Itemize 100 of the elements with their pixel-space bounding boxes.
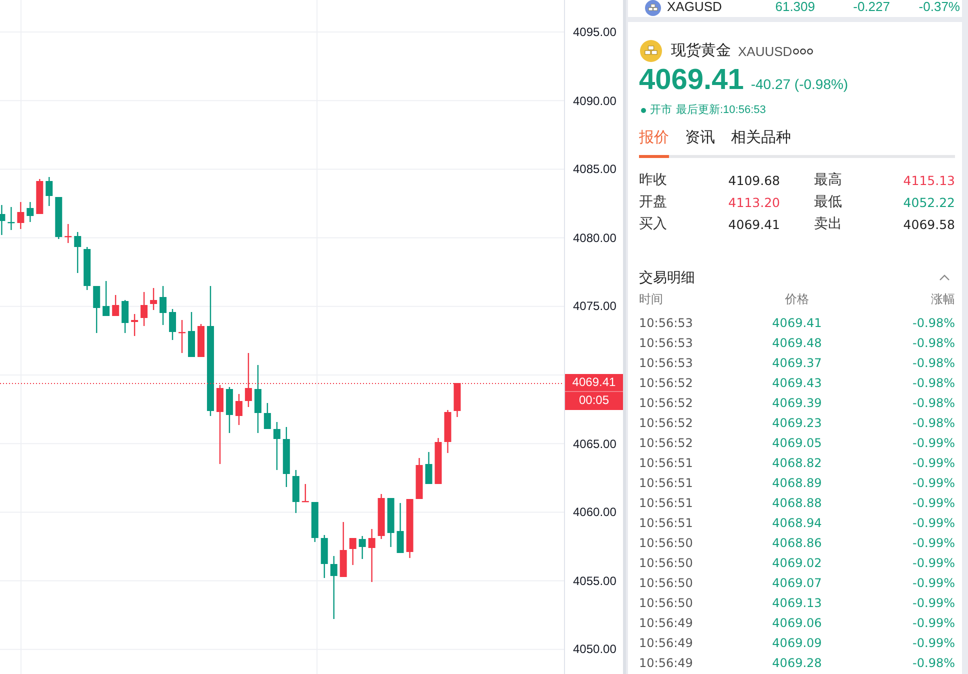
table-cell: 10:56:49 [639, 616, 693, 630]
candlestick [150, 288, 158, 310]
axis-label: 4075.00 [573, 299, 616, 314]
table-cell: 10:56:50 [639, 556, 693, 570]
countdown-label: 00:05 [578, 392, 610, 409]
table-cell: 10:56:52 [639, 376, 693, 390]
axis-label: 4090.00 [573, 94, 616, 108]
candlestick [396, 503, 404, 553]
candlestick [254, 365, 262, 433]
stat-label: 开盘 [639, 193, 668, 211]
table-cell: 4069.05 [772, 436, 822, 450]
table-cell: -0.98% [912, 336, 955, 350]
table-cell: -0.98% [912, 656, 955, 670]
candlestick [273, 422, 280, 470]
candlestick [0, 205, 6, 235]
table-cell: -0.99% [912, 436, 955, 450]
stat-label: 昨收 [639, 171, 668, 189]
candlestick [102, 281, 110, 316]
table-cell: 10:56:50 [639, 576, 693, 590]
table-cell: 4069.43 [772, 376, 822, 390]
axis-label: 4080.00 [573, 230, 616, 245]
table-cell: 10:56:49 [639, 656, 693, 670]
candlestick [340, 522, 347, 577]
table-cell: 10:56:50 [639, 536, 693, 550]
update-time: 最后更新:10:56:53 [676, 103, 766, 117]
candlestick [198, 324, 204, 357]
section-title: 交易明细 [639, 268, 695, 287]
table-cell: 10:56:53 [639, 316, 693, 330]
candlestick [244, 353, 252, 407]
candlestick [160, 286, 167, 325]
stat-value: 4069.41 [728, 216, 780, 232]
stat-label: 买入 [639, 215, 668, 233]
table-cell: 10:56:52 [639, 416, 693, 430]
stat-value: 4069.58 [903, 216, 955, 232]
table-cell: 4069.37 [772, 356, 822, 370]
candlestick [112, 295, 120, 316]
table-cell: -0.98% [912, 416, 955, 430]
candlestick [235, 394, 242, 425]
candlestick [64, 224, 72, 243]
table-cell: -0.99% [912, 596, 955, 610]
table-cell: 4068.88 [772, 496, 822, 510]
change-value: -0.227 [853, 0, 890, 13]
candlestick [454, 383, 461, 417]
candlestick [378, 494, 385, 539]
candlestick [330, 556, 338, 619]
table-cell: -0.99% [912, 516, 955, 530]
candlestick [17, 202, 24, 229]
table-cell: 4068.89 [772, 476, 822, 490]
table-cell: 10:56:53 [639, 336, 693, 350]
candlestick [178, 320, 186, 353]
table-cell: -0.99% [912, 476, 955, 490]
candlestick [36, 179, 44, 214]
table-cell: 10:56:49 [639, 636, 693, 650]
stat-label: 最低 [814, 193, 843, 211]
candlestick [93, 286, 100, 333]
table-cell: 4069.48 [772, 336, 822, 350]
candlestick [122, 300, 129, 333]
watchlist-row[interactable]: XAGUSD 61.309 -0.227 -0.37% [628, 0, 962, 17]
column-header: 价格 [784, 290, 809, 308]
tab[interactable]: 相关品种 [731, 128, 791, 158]
table-cell: 4069.23 [772, 416, 822, 430]
candlestick [188, 312, 195, 357]
candlestick [302, 484, 309, 502]
table-cell: -0.98% [912, 316, 955, 330]
stat-value: 4052.22 [903, 194, 955, 210]
candlestick [282, 427, 290, 487]
price-change: -40.27 (-0.98%) [750, 76, 848, 92]
candlestick [46, 177, 53, 206]
candlestick [349, 538, 356, 565]
table-cell: 4069.13 [772, 596, 822, 610]
candlestick [55, 197, 62, 239]
table-cell: 10:56:53 [639, 356, 693, 370]
candlestick [368, 529, 376, 582]
table-cell: 10:56:52 [639, 396, 693, 410]
candlestick [320, 535, 328, 578]
table-cell: 4069.28 [772, 656, 822, 670]
candlestick [226, 387, 233, 433]
candlestick [292, 470, 300, 513]
candlestick [140, 292, 148, 326]
table-cell: -0.99% [912, 496, 955, 510]
candlestick [444, 410, 452, 453]
candlestick [169, 309, 176, 340]
tab[interactable]: 资讯 [685, 128, 715, 158]
column-header: 时间 [639, 290, 663, 308]
table-cell: -0.99% [912, 616, 955, 630]
candlestick [358, 536, 366, 559]
axis-label: 4095.00 [573, 25, 616, 39]
symbol-label: XAUUSD [738, 44, 792, 58]
table-cell: 4069.39 [772, 396, 822, 410]
more-icon[interactable] [793, 48, 814, 54]
column-header: 涨幅 [931, 290, 955, 308]
stat-value: 4115.13 [903, 172, 955, 188]
table-cell: 4069.09 [772, 636, 822, 650]
last-price-label: 4069.41 [572, 374, 616, 391]
table-cell: 4068.82 [772, 456, 822, 470]
axis-label: 4085.00 [573, 162, 616, 176]
candlestick [387, 498, 394, 547]
table-cell: 4068.94 [772, 516, 822, 530]
chevron-up-icon[interactable] [939, 274, 950, 280]
candlestick [131, 314, 138, 336]
